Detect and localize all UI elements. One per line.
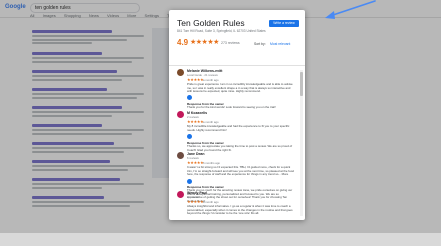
annotation-arrow-icon — [325, 0, 376, 19]
